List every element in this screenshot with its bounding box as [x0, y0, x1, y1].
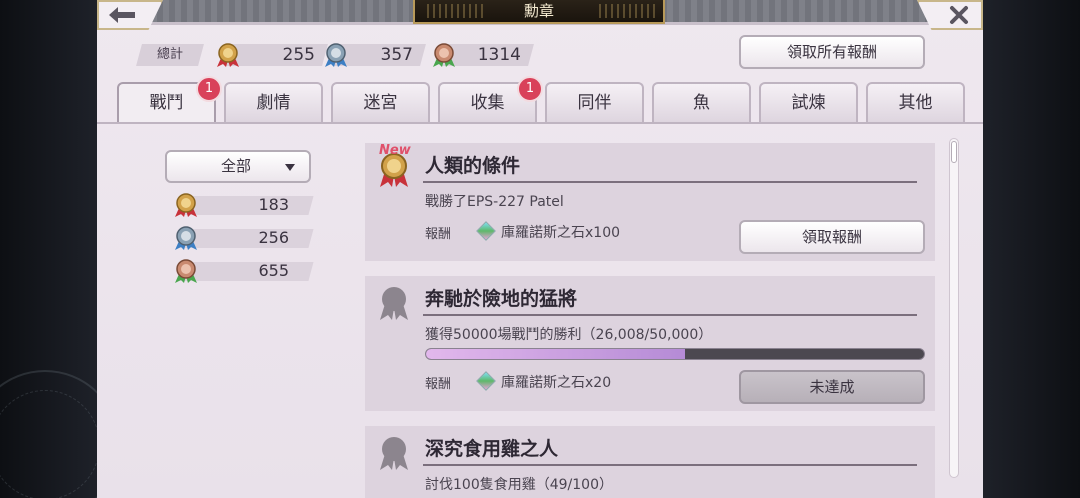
chronos-stone-icon — [476, 221, 496, 241]
medal-panel: 勳章 總計 255 357 1314 領取所有報酬 戰鬥 1 劇情 迷宮 收集 … — [97, 0, 983, 498]
close-icon — [950, 6, 968, 24]
total-bronze: 1314 — [431, 42, 534, 68]
chronos-stone-icon — [476, 371, 496, 391]
category-tabs: 戰鬥 1 劇情 迷宮 收集 1 同伴 魚 試煉 其他 — [117, 76, 983, 124]
locked-medal-icon — [380, 287, 408, 320]
close-button[interactable] — [917, 0, 983, 30]
tab-battle[interactable]: 戰鬥 1 — [117, 76, 222, 124]
achievement-desc: 戰勝了EPS-227 Patel — [425, 194, 564, 210]
bronze-medal-icon — [175, 259, 197, 283]
tab-dungeon[interactable]: 迷宮 — [331, 82, 430, 122]
title-ornament-left — [423, 4, 483, 18]
reward-text: 庫羅諾斯之石x20 — [501, 375, 612, 391]
silver-count-row: 256 — [173, 226, 314, 250]
notification-badge: 1 — [517, 76, 543, 102]
totals-label: 總計 — [156, 47, 183, 62]
locked-medal-icon — [380, 437, 408, 470]
new-tag: New — [379, 143, 411, 158]
achievement-card: New 人類的條件 戰勝了EPS-227 Patel 報酬 庫羅諾斯之石x100… — [365, 143, 935, 261]
page-title: 勳章 — [523, 2, 554, 20]
bronze-count: 655 — [258, 261, 289, 280]
page-title-plate: 勳章 — [413, 0, 665, 24]
achievement-desc: 討伐100隻食用雞（49/100） — [425, 477, 613, 493]
total-gold: 255 — [215, 42, 328, 68]
scrollbar-thumb[interactable] — [951, 141, 957, 163]
tab-trial[interactable]: 試煉 — [759, 82, 858, 122]
total-silver-value: 357 — [380, 45, 413, 65]
total-bronze-value: 1314 — [477, 45, 521, 65]
notification-badge: 1 — [196, 76, 222, 102]
tab-fish[interactable]: 魚 — [652, 82, 751, 122]
gold-count: 183 — [258, 195, 289, 214]
tab-collection[interactable]: 收集 1 — [438, 76, 543, 122]
back-arrow-icon — [109, 7, 135, 23]
total-silver: 357 — [323, 42, 426, 68]
tab-divider — [97, 122, 983, 124]
left-backdrop — [0, 0, 120, 498]
tab-companion[interactable]: 同伴 — [545, 82, 644, 122]
reward-label: 報酬 — [425, 227, 452, 242]
list-scrollbar[interactable] — [949, 138, 959, 478]
tab-other[interactable]: 其他 — [866, 82, 965, 122]
totals-label-box: 總計 — [136, 44, 204, 66]
gold-medal-icon — [175, 193, 197, 217]
claim-reward-button[interactable]: 領取報酬 — [739, 220, 925, 254]
achievement-progress-bar — [425, 348, 925, 360]
silver-medal-icon — [175, 226, 197, 250]
not-achieved-button: 未達成 — [739, 370, 925, 404]
claim-all-rewards-button[interactable]: 領取所有報酬 — [739, 35, 925, 69]
achievement-desc: 獲得50000場戰鬥的勝利（26,008/50,000） — [425, 327, 713, 343]
achievement-title: 奔馳於險地的猛將 — [425, 288, 578, 310]
progress-fill — [426, 349, 685, 359]
chevron-down-icon — [285, 164, 295, 171]
right-backdrop — [983, 0, 1080, 498]
bronze-medal-icon — [433, 43, 455, 67]
filter-dropdown[interactable]: 全部 — [165, 150, 311, 183]
silver-medal-icon — [325, 43, 347, 67]
filter-selected: 全部 — [221, 157, 252, 175]
gold-count-row: 183 — [173, 193, 314, 217]
achievement-card: 深究食用雞之人 討伐100隻食用雞（49/100） — [365, 426, 935, 498]
back-button[interactable] — [97, 0, 163, 30]
silver-count: 256 — [258, 228, 289, 247]
achievement-title: 人類的條件 — [425, 155, 521, 177]
title-ornament-right — [595, 4, 655, 18]
total-gold-value: 255 — [282, 45, 315, 65]
bronze-count-row: 655 — [173, 259, 314, 283]
achievement-title: 深究食用雞之人 — [425, 438, 559, 460]
gold-medal-icon — [217, 43, 239, 67]
achievement-card: 奔馳於險地的猛將 獲得50000場戰鬥的勝利（26,008/50,000） 報酬… — [365, 276, 935, 411]
reward-label: 報酬 — [425, 377, 452, 392]
tab-story[interactable]: 劇情 — [224, 82, 323, 122]
reward-text: 庫羅諾斯之石x100 — [501, 225, 621, 241]
